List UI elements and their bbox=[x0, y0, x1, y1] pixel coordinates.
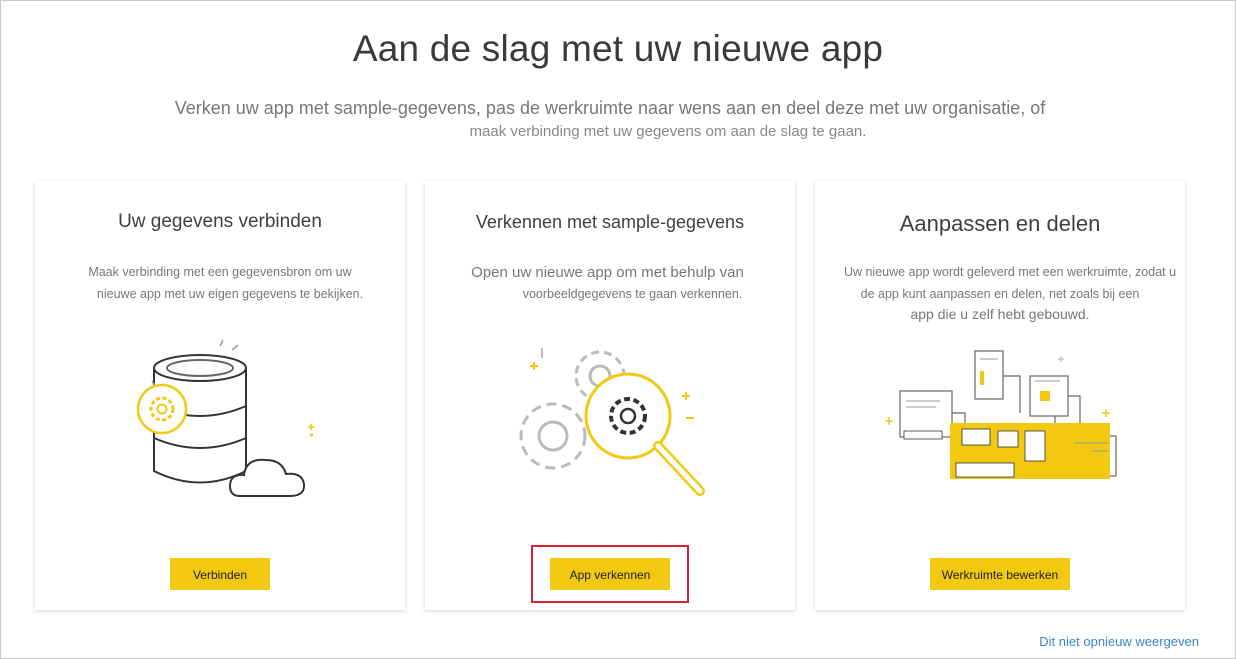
card-description: Maak verbinding met een gegevensbron om … bbox=[88, 265, 352, 279]
card-description: Open uw nieuwe app om met behulp van bbox=[471, 264, 744, 281]
edit-workspace-button[interactable]: Werkruimte bewerken bbox=[930, 558, 1070, 590]
dashboard-share-icon bbox=[885, 350, 1117, 479]
card-description: voorbeeldgegevens te gaan verkennen. bbox=[522, 287, 743, 301]
dont-show-again-link[interactable]: Dit niet opnieuw weergeven bbox=[1039, 634, 1199, 649]
database-cloud-icon bbox=[136, 339, 314, 497]
card-description: Uw nieuwe app wordt geleverd met een wer… bbox=[843, 265, 1177, 279]
card-title: Verkennen met sample-gegevens bbox=[475, 212, 745, 232]
magnifier-gears-icon bbox=[519, 348, 705, 496]
card-description: nieuwe app met uw eigen gegevens te beki… bbox=[96, 287, 364, 301]
card-customize-share: Aanpassen en delen Uw nieuwe app wordt g… bbox=[815, 181, 1185, 610]
highlight-box bbox=[531, 545, 689, 603]
connect-button[interactable]: Verbinden bbox=[170, 558, 270, 590]
page-subtitle-line2: maak verbinding met uw gegevens om aan d… bbox=[469, 123, 867, 140]
card-title: Uw gegevens verbinden bbox=[118, 211, 322, 232]
page-title: Aan de slag met uw nieuwe app bbox=[352, 28, 884, 69]
card-title: Aanpassen en delen bbox=[899, 211, 1101, 236]
card-connect-data: Uw gegevens verbinden Maak verbinding me… bbox=[35, 181, 405, 610]
card-description: app die u zelf hebt gebouwd. bbox=[910, 306, 1090, 322]
page-subtitle: Verken uw app met sample-gegevens, pas d… bbox=[174, 98, 1046, 118]
